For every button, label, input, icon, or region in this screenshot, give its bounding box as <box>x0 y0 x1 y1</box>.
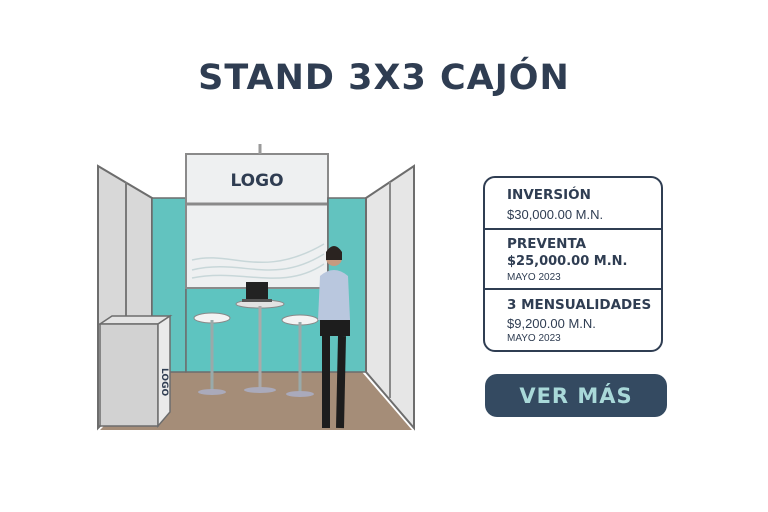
counter-logo-text: LOGO <box>159 368 169 396</box>
pricing-label: PREVENTA <box>507 236 587 252</box>
pricing-amount: $30,000.00 M.N. <box>507 207 604 222</box>
pricing-label: INVERSIÓN <box>507 187 591 203</box>
booth-counter-front <box>99 323 159 427</box>
booth-illustration: LOGO LOGO <box>97 144 415 431</box>
pricing-amount: $25,000.00 M.N. <box>507 254 628 269</box>
pricing-label: 3 MENSUALIDADES <box>507 297 652 313</box>
pricing-panel: INVERSIÓN $30,000.00 M.N. PREVENTA $25,0… <box>483 176 663 352</box>
pricing-amount: $9,200.00 M.N. <box>507 316 596 331</box>
booth-logo-text: LOGO <box>230 171 283 191</box>
pricing-row-investment: INVERSIÓN $30,000.00 M.N. <box>485 178 661 230</box>
ver-mas-button[interactable]: VER MÁS <box>485 374 667 417</box>
pricing-row-presale: PREVENTA $25,000.00 M.N. MAYO 2023 <box>485 230 661 290</box>
pricing-note: MAYO 2023 <box>507 333 561 344</box>
page-title: STAND 3X3 CAJÓN <box>198 58 570 98</box>
pricing-note: MAYO 2023 <box>507 272 561 283</box>
pricing-row-installments: 3 MENSUALIDADES $9,200.00 M.N. MAYO 2023 <box>485 290 661 350</box>
